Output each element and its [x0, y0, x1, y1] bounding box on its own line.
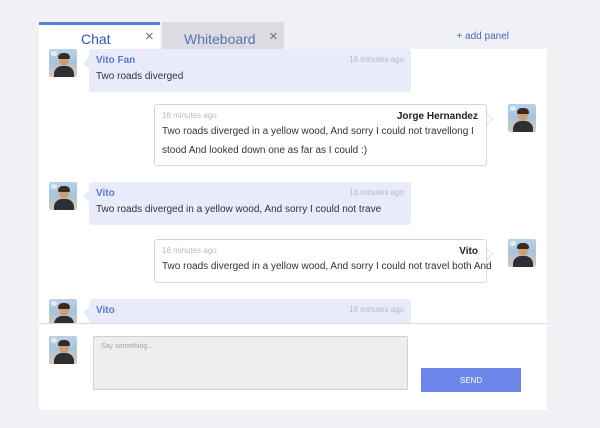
message-composer: SEND [39, 323, 547, 410]
message-time: 16 minutes ago [162, 246, 217, 255]
user-avatar [508, 104, 536, 132]
message-sender: Jorge Hernandez [396, 111, 478, 122]
message-text: Two roads diverged in a yellow wood, And… [162, 261, 492, 272]
message-sender: Vito [459, 246, 478, 257]
panel-tab-bar: Chat × Whiteboard × + add panel [39, 22, 547, 49]
message-bubble: Vito 16 minutes ago Two roads diverged i… [83, 182, 411, 225]
tab-chat[interactable]: Chat × [39, 22, 160, 49]
message-text: Two roads diverged [96, 71, 184, 82]
message-bubble: Vito Fan 16 minutes ago Two roads diverg… [83, 49, 411, 92]
message-bubble: Vito 16 minutes ago [83, 299, 411, 323]
message-input[interactable] [93, 336, 408, 390]
message-bubble: 16 minutes ago Vito Two roads diverged i… [154, 239, 493, 283]
message-sender: Vito Fan [96, 55, 136, 66]
send-button[interactable]: SEND [421, 368, 521, 392]
message-time: 16 minutes ago [349, 188, 404, 197]
close-icon[interactable]: × [269, 29, 278, 44]
message-text-line: Two roads diverged in a yellow wood, And… [162, 126, 474, 137]
message-time: 16 minutes ago [349, 55, 404, 64]
tab-chat-label: Chat [81, 31, 111, 47]
user-avatar [49, 336, 77, 364]
user-avatar [49, 299, 77, 323]
add-panel-link[interactable]: + add panel [456, 31, 509, 42]
tab-whiteboard-label: Whiteboard [184, 31, 256, 47]
message-bubble: 16 minutes ago Jorge Hernandez Two roads… [154, 104, 493, 166]
tab-whiteboard[interactable]: Whiteboard × [162, 22, 284, 49]
user-avatar [49, 49, 77, 77]
message-time: 16 minutes ago [162, 111, 217, 120]
message-list[interactable]: Vito Fan 16 minutes ago Two roads diverg… [39, 49, 547, 323]
user-avatar [508, 239, 536, 267]
message-sender: Vito [96, 305, 115, 316]
user-avatar [49, 182, 77, 210]
message-text: Two roads diverged in a yellow wood, And… [96, 204, 382, 215]
chat-panel: Vito Fan 16 minutes ago Two roads diverg… [39, 49, 547, 410]
message-time: 16 minutes ago [349, 305, 404, 314]
message-sender: Vito [96, 188, 115, 199]
close-icon[interactable]: × [145, 29, 154, 44]
message-text-line: stood And looked down one as far as I co… [162, 145, 368, 156]
